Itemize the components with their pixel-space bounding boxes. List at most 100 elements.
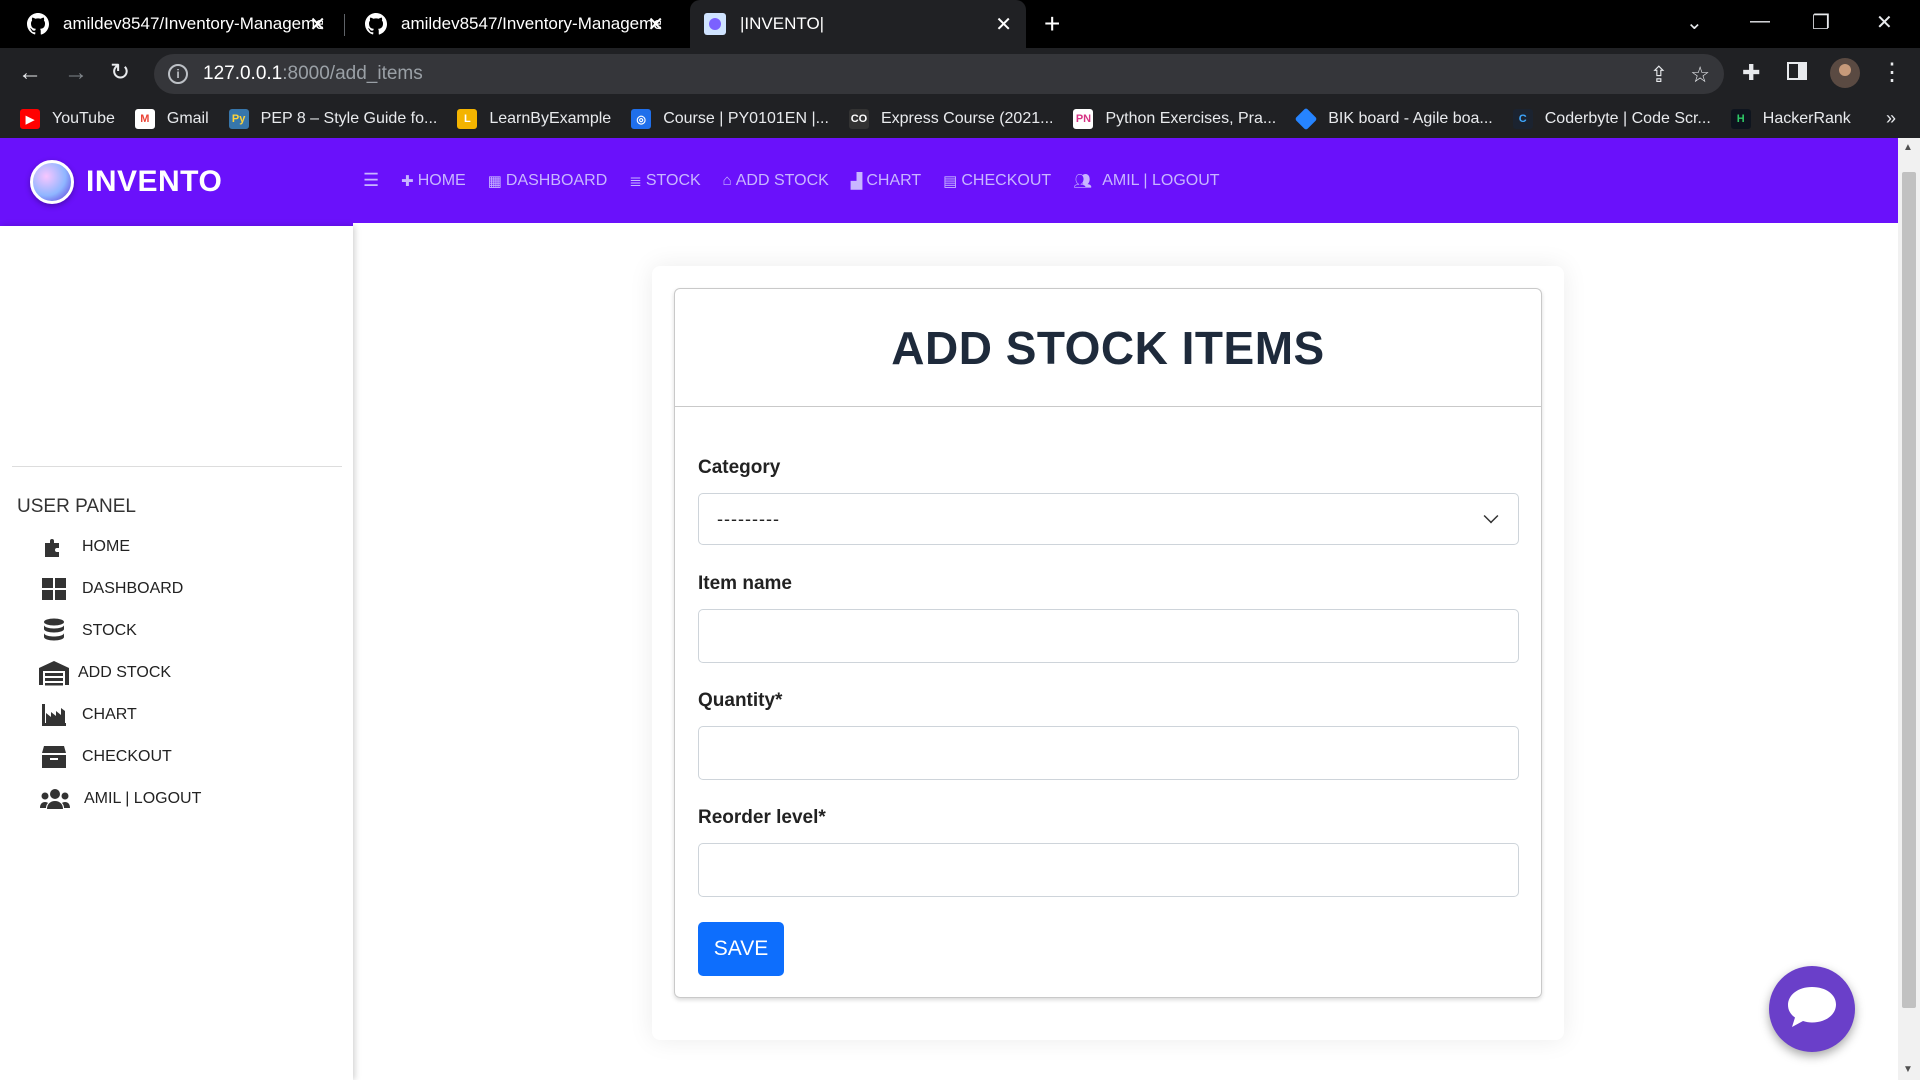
scroll-up-icon[interactable]: ▲ bbox=[1903, 142, 1913, 153]
sidebar-item-home[interactable]: HOME bbox=[40, 534, 130, 560]
form-container: ADD STOCK ITEMS Category --------- Item … bbox=[652, 266, 1564, 1040]
puzzle-icon bbox=[40, 534, 68, 560]
browser-tab-1[interactable]: amildev8547/Inventory-Managemen ✕ bbox=[0, 0, 340, 48]
scrollbar-thumb[interactable] bbox=[1902, 172, 1916, 1008]
save-button[interactable]: SAVE bbox=[698, 922, 784, 976]
course-icon: ◎ bbox=[631, 109, 652, 129]
address-bar[interactable]: i 127.0.0.1:8000/add_items ⇪ ☆ bbox=[154, 54, 1724, 94]
invento-favicon-icon bbox=[704, 13, 726, 35]
box-icon: ▤ bbox=[943, 172, 958, 190]
hamburger-menu-icon[interactable]: ☰ bbox=[363, 170, 379, 191]
chevron-down-icon bbox=[1483, 508, 1499, 524]
github-icon bbox=[27, 13, 49, 35]
chart-icon: ▟ bbox=[850, 172, 863, 190]
reload-button[interactable]: ↻ bbox=[110, 60, 130, 86]
youtube-icon: ▶ bbox=[20, 109, 40, 129]
bookmark-pep8[interactable]: Py PEP 8 – Style Guide fo... bbox=[228, 109, 437, 129]
bookmark-gmail[interactable]: M Gmail bbox=[134, 109, 209, 129]
chat-bubble-icon bbox=[1786, 985, 1838, 1034]
dashboard-icon bbox=[40, 576, 68, 602]
bookmark-star-icon[interactable]: ☆ bbox=[1690, 62, 1710, 88]
pynative-icon: PN bbox=[1073, 109, 1094, 129]
side-panel-icon[interactable] bbox=[1786, 60, 1808, 88]
warehouse-icon: ⌂ bbox=[722, 172, 732, 189]
puzzle-icon: ✚ bbox=[401, 172, 414, 190]
sidebar-item-chart[interactable]: CHART bbox=[40, 702, 137, 728]
quantity-input[interactable] bbox=[698, 726, 1519, 780]
quantity-label: Quantity* bbox=[698, 690, 783, 711]
topnav-checkout[interactable]: ▤ CHECKOUT bbox=[943, 172, 1051, 190]
reorder-level-input[interactable] bbox=[698, 843, 1519, 897]
topnav-dashboard[interactable]: ▦ DASHBOARD bbox=[488, 172, 608, 190]
site-info-icon[interactable]: i bbox=[168, 64, 188, 84]
close-tab-icon[interactable]: ✕ bbox=[995, 12, 1012, 37]
url-text: 127.0.0.1:8000/add_items bbox=[203, 63, 423, 84]
bookmark-bik-board[interactable]: BIK board - Agile boa... bbox=[1294, 107, 1493, 131]
item-name-input[interactable] bbox=[698, 609, 1519, 663]
tab-search-icon[interactable]: ⌄ bbox=[1686, 10, 1703, 35]
github-icon bbox=[365, 13, 387, 35]
sidebar-item-dashboard[interactable]: DASHBOARD bbox=[40, 576, 183, 602]
category-select[interactable]: --------- bbox=[698, 493, 1519, 545]
browser-tab-active[interactable]: |INVENTO| ✕ bbox=[690, 0, 1026, 48]
sidebar-item-logout[interactable]: AMIL | LOGOUT bbox=[40, 786, 201, 812]
chat-button[interactable] bbox=[1769, 966, 1855, 1052]
topnav-home[interactable]: ✚ HOME bbox=[401, 172, 466, 190]
sidebar-item-checkout[interactable]: CHECKOUT bbox=[40, 744, 172, 770]
gmail-icon: M bbox=[134, 109, 155, 129]
restore-button[interactable]: ❐ bbox=[1812, 10, 1830, 35]
topnav-add-stock[interactable]: ⌂ ADD STOCK bbox=[723, 172, 829, 190]
forward-button[interactable]: → bbox=[64, 60, 88, 86]
users-icon: 👥︎ bbox=[1073, 172, 1093, 190]
dashboard-icon: ▦ bbox=[487, 172, 502, 190]
database-icon bbox=[40, 618, 68, 644]
tab-title: amildev8547/Inventory-Managemen bbox=[63, 14, 323, 33]
tab-title: amildev8547/Inventory-Managemen bbox=[401, 14, 661, 33]
python-icon: Py bbox=[228, 109, 249, 129]
brand-header[interactable]: INVENTO bbox=[0, 138, 353, 226]
tab-title: |INVENTO| bbox=[740, 14, 825, 33]
sidebar-item-add-stock[interactable]: ADD STOCK bbox=[38, 660, 171, 686]
users-icon bbox=[40, 786, 70, 812]
browser-tabstrip: amildev8547/Inventory-Managemen ✕ amilde… bbox=[0, 0, 1920, 48]
bookmarks-bar: ▶ YouTube M Gmail Py PEP 8 – Style Guide fo… bbox=[0, 100, 1920, 138]
scroll-down-icon[interactable]: ▼ bbox=[1903, 1064, 1913, 1075]
warehouse-icon bbox=[38, 660, 70, 686]
extensions-icon[interactable]: ✚ bbox=[1742, 60, 1760, 86]
bookmark-coderbyte[interactable]: C Coderbyte | Code Scr... bbox=[1512, 109, 1711, 129]
topnav-stock[interactable]: ≣ STOCK bbox=[629, 172, 700, 190]
sidebar-divider bbox=[12, 466, 342, 467]
topnav-logout[interactable]: 👥︎ AMIL | LOGOUT bbox=[1073, 172, 1219, 190]
sidebar: USER PANEL HOME DASHBOARD STOCK ADD STOC… bbox=[0, 226, 353, 1080]
page-title: ADD STOCK ITEMS bbox=[675, 289, 1541, 407]
brand-name: INVENTO bbox=[86, 165, 223, 198]
share-icon[interactable]: ⇪ bbox=[1650, 62, 1668, 88]
category-label: Category bbox=[698, 457, 781, 478]
top-navbar: ☰ ✚ HOME ▦ DASHBOARD ≣ STOCK ⌂ ADD STOCK ▟ CH… bbox=[353, 138, 1898, 223]
code-org-icon: CO bbox=[848, 109, 869, 129]
jira-icon bbox=[1294, 107, 1318, 131]
close-tab-icon[interactable]: ✕ bbox=[647, 12, 664, 37]
sidebar-item-stock[interactable]: STOCK bbox=[40, 618, 137, 644]
new-tab-button[interactable]: + bbox=[1044, 10, 1060, 38]
learnbyexample-icon: L bbox=[457, 109, 478, 129]
menu-kebab-icon[interactable]: ⋮ bbox=[1880, 60, 1904, 86]
bookmark-learnbyexample[interactable]: L LearnByExample bbox=[457, 109, 611, 129]
minimize-button[interactable]: — bbox=[1750, 10, 1770, 33]
back-button[interactable]: ← bbox=[18, 60, 42, 86]
bookmark-course[interactable]: ◎ Course | PY0101EN |... bbox=[631, 109, 829, 129]
bookmarks-overflow-icon[interactable]: » bbox=[1886, 108, 1896, 129]
close-window-button[interactable]: ✕ bbox=[1876, 10, 1893, 35]
logo-icon bbox=[30, 160, 74, 204]
chart-icon bbox=[40, 702, 68, 728]
bookmark-youtube[interactable]: ▶ YouTube bbox=[20, 109, 115, 129]
browser-tab-2[interactable]: amildev8547/Inventory-Managemen ✕ bbox=[338, 0, 678, 48]
bookmark-express-course[interactable]: CO Express Course (2021... bbox=[848, 109, 1053, 129]
bookmark-hackerrank[interactable]: H HackerRank bbox=[1730, 109, 1851, 129]
page-scrollbar[interactable]: ▲ ▼ bbox=[1898, 138, 1920, 1080]
close-tab-icon[interactable]: ✕ bbox=[309, 12, 326, 37]
profile-avatar[interactable] bbox=[1830, 58, 1860, 94]
bookmark-python-exercises[interactable]: PN Python Exercises, Pra... bbox=[1073, 109, 1276, 129]
topnav-chart[interactable]: ▟ CHART bbox=[851, 172, 921, 190]
box-icon bbox=[40, 744, 68, 770]
